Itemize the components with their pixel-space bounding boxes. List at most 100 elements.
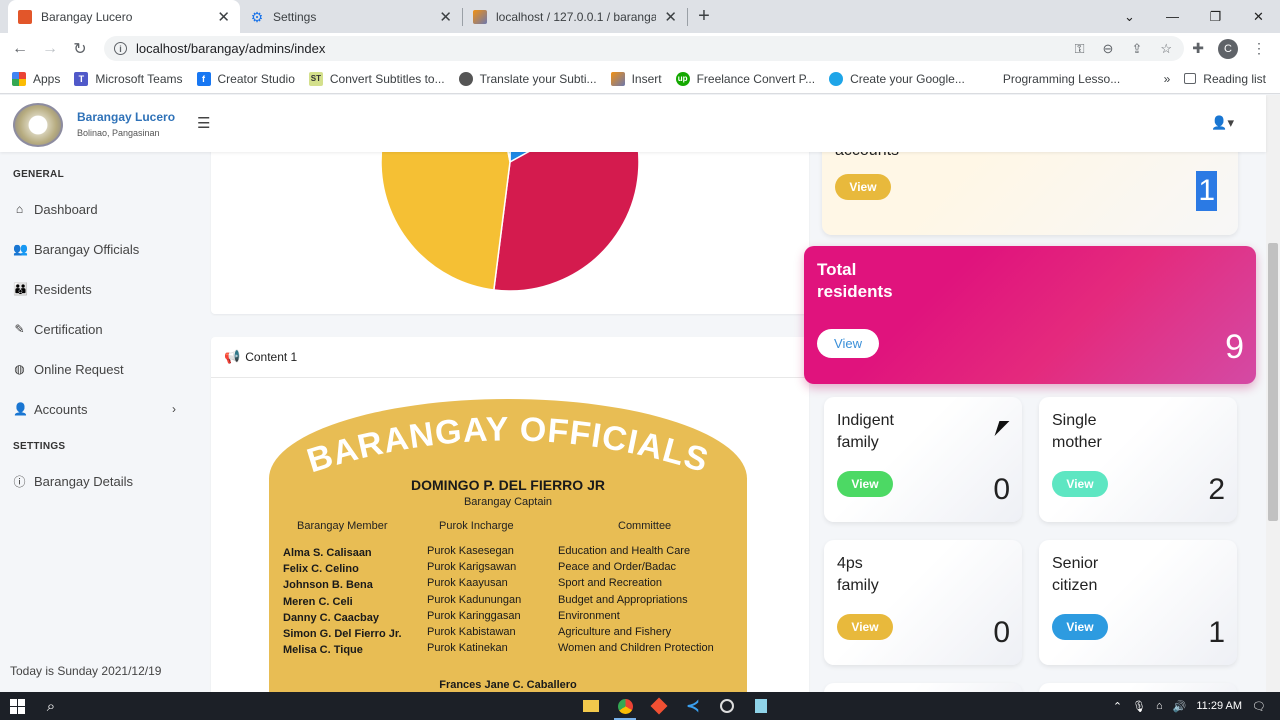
- zoom-icon[interactable]: ⊖: [1103, 41, 1114, 57]
- residents-label-line2: residents: [817, 282, 893, 301]
- sidebar-item-accounts[interactable]: 👤 Accounts ›: [0, 389, 196, 429]
- bookmark-programming[interactable]: Programming Lesso...: [1003, 72, 1120, 86]
- label-line1: Indigent: [837, 412, 894, 429]
- poster-title: BARANGAY OFFICIALS: [303, 410, 713, 479]
- share-icon[interactable]: ⇪: [1131, 41, 1142, 57]
- bookmark-label: Microsoft Teams: [95, 71, 183, 86]
- column-purok-header: Purok Incharge: [439, 520, 514, 532]
- sidebar-item-online-request[interactable]: ◍ Online Request: [0, 349, 196, 389]
- maximize-button[interactable]: ❐: [1194, 0, 1237, 33]
- minimize-button[interactable]: —: [1151, 0, 1194, 33]
- sidebar-item-residents[interactable]: 👪 Residents: [0, 269, 196, 309]
- tab-phpmyadmin[interactable]: localhost / 127.0.0.1 / barangay_ ✕: [463, 0, 687, 33]
- bookmark-insert[interactable]: Insert: [610, 71, 662, 86]
- git-icon[interactable]: [642, 692, 676, 720]
- reading-list-button[interactable]: Reading list: [1184, 72, 1266, 86]
- microphone-icon[interactable]: 🎙: [1132, 700, 1146, 713]
- residents-count: 9: [1225, 328, 1244, 366]
- bookmark-creator-studio[interactable]: f Creator Studio: [196, 71, 295, 86]
- users-icon: 👪: [13, 282, 28, 296]
- bookmark-apps[interactable]: Apps: [12, 71, 61, 86]
- accounts-view-button[interactable]: View: [835, 174, 891, 200]
- volume-icon[interactable]: 🔊: [1173, 700, 1187, 713]
- bookmark-convert-subtitles[interactable]: ST Convert Subtitles to...: [308, 71, 445, 86]
- member-name: Melisa C. Tique: [283, 644, 363, 657]
- extensions-icon[interactable]: ✚: [1192, 40, 1204, 57]
- label-line2: family: [837, 577, 879, 594]
- more-bookmarks-icon[interactable]: »: [1164, 72, 1171, 86]
- label-line2: citizen: [1052, 577, 1098, 594]
- sidebar-item-label: Certification: [34, 321, 103, 337]
- indigent-view-button[interactable]: View: [837, 471, 893, 497]
- close-tab-icon[interactable]: ✕: [217, 8, 230, 26]
- fourps-view-button[interactable]: View: [837, 614, 893, 640]
- taskbar-search-icon[interactable]: ⌕: [34, 692, 68, 720]
- clock-time[interactable]: 11:29 AM: [1196, 700, 1242, 712]
- label-line2: mother: [1052, 434, 1102, 451]
- member-name: Johnson B. Bena: [283, 579, 373, 592]
- globe-icon: ◍: [14, 362, 25, 376]
- forward-button[interactable]: →: [35, 40, 65, 58]
- single-mother-view-button[interactable]: View: [1052, 471, 1108, 497]
- senior-view-button[interactable]: View: [1052, 614, 1108, 640]
- windows-start-button[interactable]: [0, 698, 34, 714]
- tab-settings[interactable]: ⚙ Settings ✕: [240, 0, 462, 33]
- bookmark-label: Apps: [33, 71, 61, 86]
- sidebar-item-label: Dashboard: [34, 201, 98, 217]
- indigent-count: 0: [993, 473, 1010, 506]
- vscode-icon[interactable]: ≺: [676, 692, 710, 720]
- sidebar-item-dashboard[interactable]: ⌂ Dashboard: [0, 189, 196, 229]
- purok-name: Purok Kadunungan: [427, 593, 522, 606]
- scrollbar-thumb[interactable]: [1268, 243, 1278, 521]
- brand-name[interactable]: Barangay Lucero: [77, 110, 175, 124]
- purok-name: Purok Karinggasan: [427, 609, 521, 622]
- tray-chevron-icon[interactable]: ⌃: [1113, 700, 1122, 713]
- user-dropdown-icon[interactable]: 👤▾: [1211, 115, 1234, 131]
- obs-icon[interactable]: [710, 692, 744, 720]
- system-tray: ⌃ 🎙 ⌂ 🔊 11:29 AM 🗨: [1113, 692, 1280, 720]
- sidebar-item-certification[interactable]: ✎ Certification: [0, 309, 196, 349]
- bookmark-teams[interactable]: T Microsoft Teams: [74, 71, 183, 86]
- profile-avatar[interactable]: C: [1218, 38, 1238, 59]
- new-tab-button[interactable]: +: [688, 0, 720, 33]
- residents-view-button[interactable]: View: [817, 329, 879, 358]
- bookmark-freelance[interactable]: up Freelance Convert P...: [675, 71, 815, 86]
- notepad-icon[interactable]: [744, 692, 778, 720]
- menu-toggle-icon[interactable]: ☰: [197, 114, 210, 132]
- close-window-button[interactable]: ✕: [1237, 0, 1280, 33]
- content-card: 📢 Content 1 BARANGAY OFFICIALS DOMINGO P…: [211, 337, 809, 692]
- tab-search-icon[interactable]: ⌄: [1108, 0, 1151, 33]
- total-residents-card: Total residents View 9: [804, 246, 1256, 384]
- file-explorer-icon[interactable]: [574, 692, 608, 720]
- chrome-taskbar-icon[interactable]: [608, 692, 642, 720]
- chrome-menu-icon[interactable]: ⋮: [1252, 40, 1266, 57]
- network-icon[interactable]: ⌂: [1156, 700, 1163, 712]
- sidebar-item-barangay-officials[interactable]: 👥 Barangay Officials: [0, 229, 196, 269]
- sidebar-item-label: Online Request: [34, 361, 124, 377]
- chevron-right-icon: ›: [172, 402, 176, 416]
- bookmark-translate[interactable]: Translate your Subti...: [458, 71, 597, 86]
- notifications-icon[interactable]: 🗨: [1252, 700, 1266, 713]
- bookmark-star-icon[interactable]: ☆: [1160, 41, 1172, 57]
- back-button[interactable]: ←: [5, 40, 35, 58]
- committee-name: Budget and Appropriations: [558, 593, 688, 606]
- captain-role: Barangay Captain: [463, 496, 553, 508]
- tab-title: Settings: [273, 9, 317, 24]
- url-bar[interactable]: i localhost/barangay/admins/index ⚿ ⊖ ⇪ …: [104, 36, 1184, 61]
- tab-barangay-lucero[interactable]: Barangay Lucero ✕: [8, 0, 240, 33]
- page-scrollbar[interactable]: [1266, 95, 1280, 692]
- window-controls: ⌄ — ❐ ✕: [1108, 0, 1280, 33]
- label-line1: 4ps: [837, 555, 863, 572]
- reading-list-icon: [1184, 73, 1197, 84]
- reload-button[interactable]: ↻: [65, 39, 95, 59]
- close-tab-icon[interactable]: ✕: [664, 8, 677, 26]
- key-icon[interactable]: ⚿: [1075, 41, 1085, 57]
- secretary-name: Frances Jane C. Caballero: [439, 679, 577, 691]
- bookmark-google[interactable]: Create your Google...: [829, 71, 965, 86]
- app-viewport: 📢 Content 1 BARANGAY OFFICIALS DOMINGO P…: [0, 95, 1280, 692]
- site-info-icon[interactable]: i: [114, 42, 127, 55]
- close-tab-icon[interactable]: ✕: [439, 8, 452, 26]
- reading-list-label: Reading list: [1203, 71, 1266, 86]
- label-line2: family: [837, 434, 879, 451]
- sidebar-item-barangay-details[interactable]: ⓘ Barangay Details: [0, 461, 196, 501]
